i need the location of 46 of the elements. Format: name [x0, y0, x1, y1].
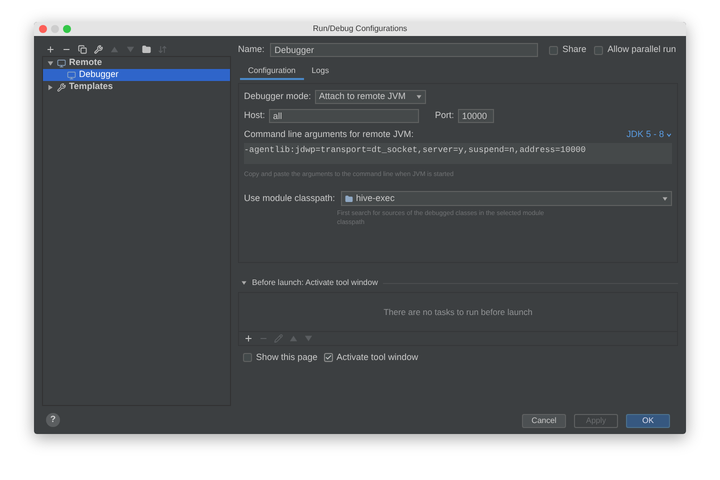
port-input[interactable]: 10000 [458, 109, 494, 123]
field-label: Host: [244, 109, 266, 122]
jdk-version-link[interactable]: JDK 5 - 8 [626, 128, 672, 142]
wrench-icon[interactable] [94, 44, 103, 54]
name-input[interactable]: Debugger [270, 43, 538, 57]
maximize-icon[interactable] [63, 25, 71, 33]
dropdown-arrow-icon [662, 196, 668, 202]
window-title: Run/Debug Configurations [312, 23, 408, 35]
field-label: Port: [435, 109, 454, 122]
folder-icon[interactable] [142, 44, 151, 54]
tree-item[interactable]: Templates [43, 81, 230, 93]
command-line-field[interactable]: -agentlib:jdwp=transport=dt_socket,server=y,suspend=n,address=10000 [244, 142, 672, 164]
field-label: Use module classpath: [244, 192, 336, 205]
close-icon[interactable] [39, 25, 47, 33]
tab[interactable]: Configuration [240, 64, 304, 80]
field-label: Command line arguments for remote JVM: [244, 128, 414, 141]
tree-item[interactable]: Debugger [43, 69, 230, 81]
help-button[interactable]: ? [46, 413, 60, 427]
wrench-icon [57, 82, 66, 92]
tab[interactable]: Logs [304, 64, 337, 80]
checkbox[interactable] [243, 353, 252, 362]
host-input[interactable]: all [269, 109, 420, 123]
checkbox-label: Show this page [256, 351, 318, 364]
caret-icon [666, 132, 672, 138]
module-folder-icon [345, 194, 354, 203]
remote-config-icon [57, 58, 66, 68]
copy-icon[interactable] [78, 44, 87, 54]
remote-config-icon [67, 70, 76, 80]
checkbox[interactable] [594, 46, 604, 54]
checkbox-label: Activate tool window [336, 351, 418, 364]
checkbox[interactable] [324, 353, 333, 362]
debugger-mode-dropdown[interactable]: Attach to remote JVM [315, 90, 426, 104]
module-dropdown[interactable]: hive-exec [341, 191, 672, 206]
checkbox[interactable] [549, 46, 558, 54]
section-title: Before launch: Activate tool window [252, 277, 378, 289]
tree-item[interactable]: Remote [43, 57, 230, 69]
add-icon[interactable] [244, 334, 253, 343]
checkbox-label: Share [562, 43, 586, 56]
field-label: Debugger mode: [244, 90, 312, 104]
add-icon[interactable] [46, 44, 55, 54]
dropdown-arrow-icon [416, 94, 422, 100]
dialog-button[interactable]: Cancel [522, 414, 566, 428]
dialog-button[interactable]: OK [626, 414, 670, 428]
checkbox-label: Allow parallel run [607, 43, 676, 56]
field-label: Name: [238, 43, 265, 56]
empty-message: There are no tasks to run before launch [384, 306, 532, 318]
